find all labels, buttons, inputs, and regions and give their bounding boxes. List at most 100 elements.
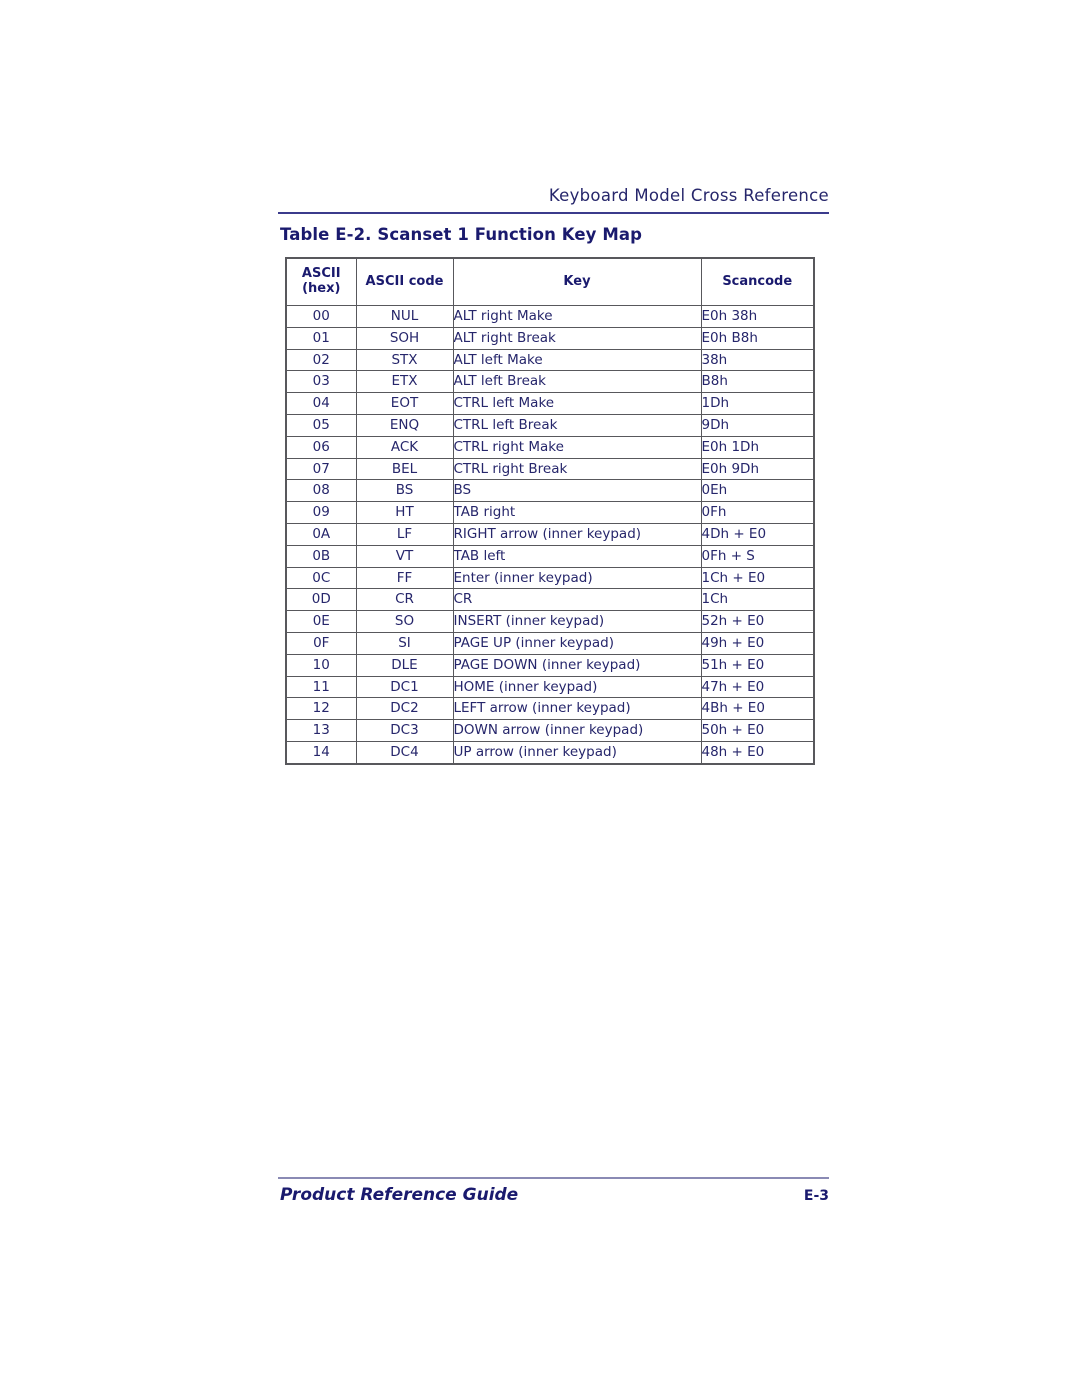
table-cell-key: CTRL left Make bbox=[452, 392, 702, 415]
table-row: 01 SOH ALT right Break E0h B8h bbox=[285, 326, 815, 350]
table-row: 0F SI PAGE UP (inner keypad) 49h + E0 bbox=[285, 631, 815, 655]
table-row: 03 ETX ALT left Break B8h bbox=[285, 370, 815, 394]
table-cell-key: ALT left Make bbox=[452, 348, 702, 372]
table-cell-code: ETX bbox=[355, 370, 454, 394]
table-cell-code: NUL bbox=[355, 305, 454, 328]
table-cell-key: TAB left bbox=[452, 544, 702, 568]
table-cell-scancode: 47h + E0 bbox=[700, 675, 815, 699]
keymap-table-container: ASCII (hex) ASCII code Key Scancode 00 NU… bbox=[285, 257, 815, 765]
table-cell-code: FF bbox=[355, 566, 454, 590]
table-cell-scancode: 9Dh bbox=[700, 413, 815, 437]
table-cell-scancode: E0h 38h bbox=[700, 305, 815, 328]
table-cell-key: UP arrow (inner keypad) bbox=[452, 740, 702, 765]
table-cell-key: CTRL left Break bbox=[452, 413, 702, 437]
table-cell-scancode: 4Bh + E0 bbox=[700, 697, 815, 721]
table-cell-code: DC3 bbox=[355, 719, 454, 742]
table-row: 10 DLE PAGE DOWN (inner keypad) 51h + E0 bbox=[285, 653, 815, 677]
table-cell-code: SI bbox=[355, 631, 454, 655]
table-cell-hex: 13 bbox=[285, 719, 357, 742]
table-cell-hex: 0A bbox=[285, 522, 357, 546]
footer-page-number: E-3 bbox=[803, 1188, 829, 1204]
column-header-ascii-hex: ASCII (hex) bbox=[285, 257, 357, 306]
table-row: 14 DC4 UP arrow (inner keypad) 48h + E0 bbox=[285, 740, 815, 765]
table-cell-scancode: 50h + E0 bbox=[700, 719, 815, 742]
column-header-ascii-code: ASCII code bbox=[355, 257, 454, 306]
table-cell-key: ALT right Break bbox=[452, 326, 702, 350]
table-row: 0E SO INSERT (inner keypad) 52h + E0 bbox=[285, 610, 815, 633]
table-cell-code: DC4 bbox=[355, 740, 454, 765]
table-cell-hex: 05 bbox=[285, 413, 357, 437]
table-cell-hex: 12 bbox=[285, 697, 357, 721]
document-page: Keyboard Model Cross Reference Table E-2… bbox=[0, 0, 1080, 1397]
table-row: 05 ENQ CTRL left Break 9Dh bbox=[285, 413, 815, 437]
table-cell-scancode: 51h + E0 bbox=[700, 653, 815, 677]
table-row: 09 HT TAB right 0Fh bbox=[285, 501, 815, 524]
table-cell-hex: 00 bbox=[285, 305, 357, 328]
table-cell-key: PAGE UP (inner keypad) bbox=[452, 631, 702, 655]
table-cell-hex: 0C bbox=[285, 566, 357, 590]
table-cell-hex: 01 bbox=[285, 326, 357, 350]
table-cell-key: ALT left Break bbox=[452, 370, 702, 394]
table-cell-code: DLE bbox=[355, 653, 454, 677]
table-header-row: ASCII (hex) ASCII code Key Scancode bbox=[285, 257, 815, 306]
table-cell-code: BS bbox=[355, 479, 454, 503]
table-row: 0C FF Enter (inner keypad) 1Ch + E0 bbox=[285, 566, 815, 590]
table-cell-key: RIGHT arrow (inner keypad) bbox=[452, 522, 702, 546]
header-divider-rule bbox=[278, 212, 829, 214]
table-cell-scancode: 0Fh + S bbox=[700, 544, 815, 568]
column-header-scancode: Scancode bbox=[700, 257, 815, 306]
table-cell-key: CTRL right Make bbox=[452, 435, 702, 459]
table-cell-key: INSERT (inner keypad) bbox=[452, 610, 702, 633]
table-row: 02 STX ALT left Make 38h bbox=[285, 348, 815, 372]
table-caption: Table E-2. Scanset 1 Function Key Map bbox=[280, 225, 643, 244]
table-row: 0B VT TAB left 0Fh + S bbox=[285, 544, 815, 568]
table-cell-code: VT bbox=[355, 544, 454, 568]
table-cell-key: TAB right bbox=[452, 501, 702, 524]
table-cell-code: SO bbox=[355, 610, 454, 633]
running-header-title: Keyboard Model Cross Reference bbox=[548, 186, 829, 205]
table-cell-hex: 02 bbox=[285, 348, 357, 372]
table-cell-key: BS bbox=[452, 479, 702, 503]
table-cell-key: CR bbox=[452, 588, 702, 612]
table-cell-hex: 10 bbox=[285, 653, 357, 677]
table-cell-hex: 0B bbox=[285, 544, 357, 568]
table-cell-key: LEFT arrow (inner keypad) bbox=[452, 697, 702, 721]
table-cell-hex: 04 bbox=[285, 392, 357, 415]
footer-divider-rule bbox=[278, 1177, 829, 1179]
table-cell-scancode: 52h + E0 bbox=[700, 610, 815, 633]
table-cell-scancode: 1Ch bbox=[700, 588, 815, 612]
table-cell-scancode: 49h + E0 bbox=[700, 631, 815, 655]
table-cell-code: SOH bbox=[355, 326, 454, 350]
table-cell-key: PAGE DOWN (inner keypad) bbox=[452, 653, 702, 677]
table-cell-hex: 06 bbox=[285, 435, 357, 459]
table-cell-code: STX bbox=[355, 348, 454, 372]
table-cell-scancode: E0h 1Dh bbox=[700, 435, 815, 459]
table-cell-scancode: 38h bbox=[700, 348, 815, 372]
table-cell-key: Enter (inner keypad) bbox=[452, 566, 702, 590]
table-row: 07 BEL CTRL right Break E0h 9Dh bbox=[285, 457, 815, 481]
column-header-ascii-hex-line1: ASCII bbox=[301, 266, 341, 282]
column-header-ascii-hex-line2: (hex) bbox=[302, 281, 341, 296]
table-cell-scancode: 48h + E0 bbox=[700, 740, 815, 765]
table-cell-scancode: 1Dh bbox=[700, 392, 815, 415]
table-cell-hex: 03 bbox=[285, 370, 357, 394]
table-cell-scancode: E0h B8h bbox=[700, 326, 815, 350]
table-cell-code: EOT bbox=[355, 392, 454, 415]
table-row: 0A LF RIGHT arrow (inner keypad) 4Dh + E0 bbox=[285, 522, 815, 546]
table-cell-hex: 14 bbox=[285, 740, 357, 765]
table-cell-code: DC1 bbox=[355, 675, 454, 699]
table-row: 0D CR CR 1Ch bbox=[285, 588, 815, 612]
table-cell-code: BEL bbox=[355, 457, 454, 481]
table-cell-hex: 09 bbox=[285, 501, 357, 524]
table-row: 04 EOT CTRL left Make 1Dh bbox=[285, 392, 815, 415]
table-row: 00 NUL ALT right Make E0h 38h bbox=[285, 305, 815, 328]
table-cell-hex: 0E bbox=[285, 610, 357, 633]
table-row: 11 DC1 HOME (inner keypad) 47h + E0 bbox=[285, 675, 815, 699]
table-cell-code: LF bbox=[355, 522, 454, 546]
table-cell-hex: 0F bbox=[285, 631, 357, 655]
table-row: 06 ACK CTRL right Make E0h 1Dh bbox=[285, 435, 815, 459]
table-cell-scancode: E0h 9Dh bbox=[700, 457, 815, 481]
table-cell-scancode: 0Eh bbox=[700, 479, 815, 503]
column-header-key: Key bbox=[452, 257, 702, 306]
table-cell-hex: 11 bbox=[285, 675, 357, 699]
